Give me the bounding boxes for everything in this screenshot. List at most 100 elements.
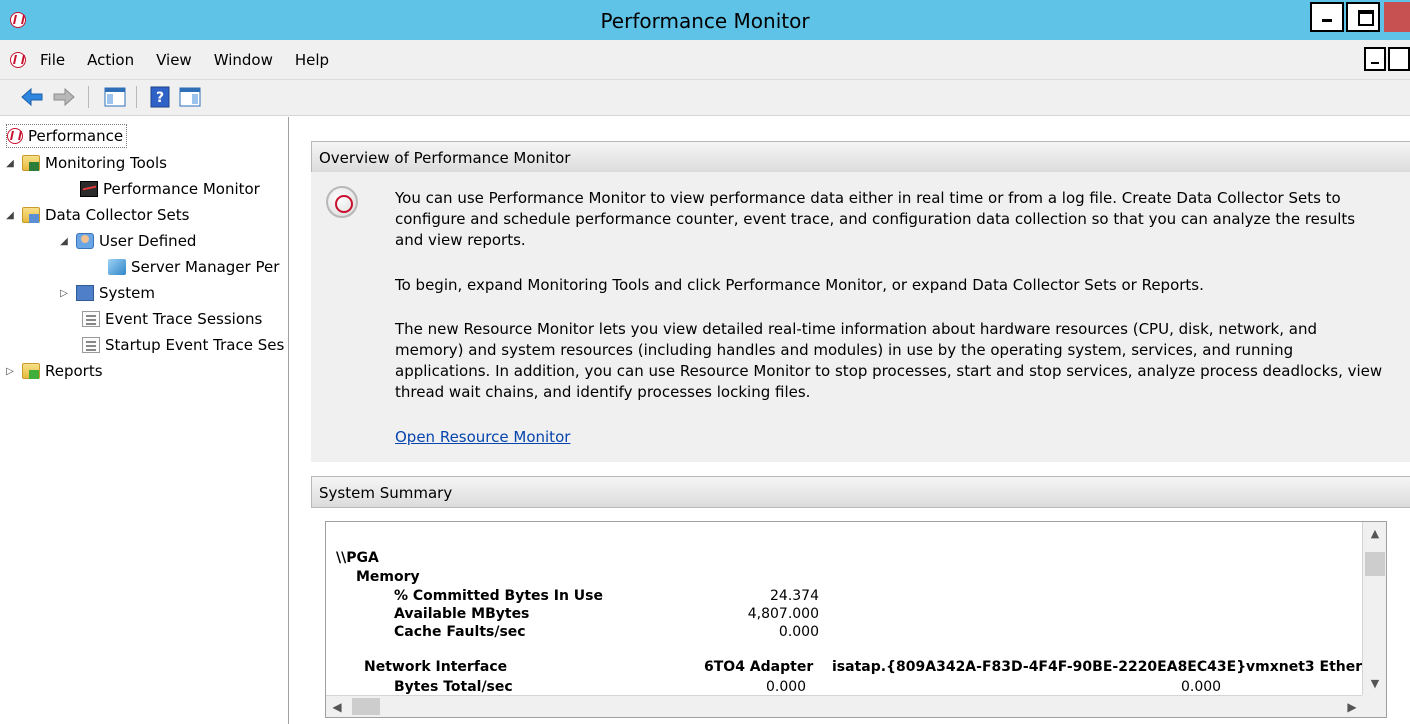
forward-arrow-icon[interactable]: [52, 86, 76, 108]
scroll-left-icon[interactable]: ◀: [326, 696, 348, 718]
scroll-down-icon[interactable]: ▼: [1363, 672, 1387, 696]
system-icon: [76, 285, 94, 301]
overview-paragraph-1: You can use Performance Monitor to view …: [395, 188, 1395, 251]
mdi-controls: [1362, 47, 1410, 71]
performance-icon: [7, 128, 23, 144]
tree-item-server-manager[interactable]: Server Manager Per: [108, 255, 279, 279]
startup-trace-icon: [82, 337, 100, 353]
overview-header[interactable]: Overview of Performance Monitor: [311, 141, 1410, 173]
column-header: 6TO4 Adapter: [704, 659, 814, 675]
performance-monitor-chart-icon: [80, 181, 98, 197]
menu-view[interactable]: View: [156, 51, 192, 69]
show-hide-console-tree-icon[interactable]: [103, 86, 127, 108]
reports-folder-icon: [22, 363, 40, 379]
counter-value: 0.000: [766, 679, 807, 695]
toolbar-separator: [88, 86, 89, 108]
horizontal-scrollbar[interactable]: ◀ ▶: [326, 695, 1363, 717]
title-bar: Performance Monitor: [0, 0, 1410, 40]
tree-item-label: Event Trace Sessions: [105, 310, 263, 328]
window-controls: [1308, 2, 1380, 32]
collapse-arrow-icon[interactable]: ◢: [4, 210, 16, 221]
mdi-restore-button[interactable]: [1388, 47, 1410, 71]
help-icon[interactable]: ?: [148, 86, 172, 108]
console-tree: Performance ◢ Monitoring Tools Performan…: [0, 117, 289, 724]
performance-monitor-large-icon: [326, 186, 358, 218]
menu-items: File Action View Window Help: [40, 51, 351, 69]
tree-item-label: User Defined: [99, 232, 197, 250]
overview-body: You can use Performance Monitor to view …: [311, 172, 1410, 462]
vertical-scrollbar[interactable]: ▲ ▼: [1362, 522, 1386, 696]
maximize-button[interactable]: [1346, 2, 1380, 32]
network-interface-category: Network Interface: [364, 659, 508, 675]
close-button[interactable]: [1384, 2, 1410, 32]
menu-bar: File Action View Window Help: [0, 40, 1410, 80]
machine-name: \\PGA: [336, 550, 379, 566]
scroll-right-icon[interactable]: ▶: [1341, 696, 1363, 718]
tree-item-label: Server Manager Per: [131, 258, 280, 276]
tree-item-data-collector-sets[interactable]: ◢ Data Collector Sets: [4, 203, 190, 227]
tree-item-performance[interactable]: Performance: [6, 124, 128, 148]
tree-item-label: Monitoring Tools: [45, 154, 167, 172]
monitoring-tools-folder-icon: [22, 155, 40, 171]
tree-item-event-trace-sessions[interactable]: Event Trace Sessions: [82, 307, 262, 331]
tree-item-label: Data Collector Sets: [45, 206, 190, 224]
menu-action[interactable]: Action: [87, 51, 134, 69]
tree-item-user-defined[interactable]: ◢ User Defined: [58, 229, 196, 253]
tree-item-label: Startup Event Trace Ses: [105, 336, 285, 354]
text-line: and view reports.: [395, 231, 526, 249]
tree-item-label: Reports: [45, 362, 103, 380]
tree-item-label: Performance: [28, 127, 124, 145]
tree-item-label: Performance Monitor: [103, 180, 260, 198]
data-collector-set-icon: [108, 259, 126, 275]
collapse-arrow-icon[interactable]: ◢: [4, 158, 16, 169]
menu-window[interactable]: Window: [214, 51, 273, 69]
counter-name: Available MBytes: [394, 606, 530, 622]
menu-file[interactable]: File: [40, 51, 65, 69]
tree-item-monitoring-tools[interactable]: ◢ Monitoring Tools: [4, 151, 167, 175]
minimize-button[interactable]: [1310, 2, 1344, 32]
scroll-corner: [1362, 695, 1386, 717]
svg-text:?: ?: [156, 90, 164, 106]
tree-item-performance-monitor[interactable]: Performance Monitor: [80, 177, 260, 201]
text-line: applications. In addition, you can use R…: [395, 362, 1383, 380]
counter-value: 0.000: [778, 624, 819, 640]
expand-arrow-icon[interactable]: ▷: [58, 288, 70, 299]
vertical-scroll-thumb[interactable]: [1365, 552, 1385, 576]
text-line: The new Resource Monitor lets you view d…: [395, 320, 1318, 338]
column-header: vmxnet3 Etherr: [1246, 659, 1363, 675]
counter-name: % Committed Bytes In Use: [394, 588, 603, 604]
counter-value: 0.000: [1181, 679, 1222, 695]
system-menu-icon[interactable]: [10, 52, 26, 68]
back-arrow-icon[interactable]: [20, 86, 44, 108]
window-title: Performance Monitor: [600, 9, 810, 33]
toolbar-separator: [136, 86, 137, 108]
system-summary-header[interactable]: System Summary: [311, 476, 1410, 508]
text-line: You can use Performance Monitor to view …: [395, 189, 1341, 207]
tree-item-startup-event-trace[interactable]: Startup Event Trace Ses: [82, 333, 284, 357]
memory-category: Memory: [356, 569, 420, 585]
counter-value: 4,807.000: [747, 606, 819, 622]
event-trace-icon: [82, 311, 100, 327]
counter-name: Bytes Total/sec: [394, 679, 513, 695]
scroll-up-icon[interactable]: ▲: [1363, 522, 1387, 546]
column-header: isatap.{809A342A-F83D-4F4F-90BE-2220EA8E…: [832, 659, 1247, 675]
text-line: memory) and system resources (including …: [395, 341, 1294, 359]
system-summary-content: \\PGA Memory % Committed Bytes In Use 24…: [326, 522, 1363, 696]
results-pane: Overview of Performance Monitor You can …: [297, 117, 1410, 724]
expand-arrow-icon[interactable]: ▷: [4, 366, 16, 377]
show-hide-action-pane-icon[interactable]: [178, 86, 202, 108]
counter-value: 24.374: [770, 588, 819, 604]
text-line: thread wait chains, and identify process…: [395, 383, 811, 401]
tree-item-reports[interactable]: ▷ Reports: [4, 359, 103, 383]
counter-name: Cache Faults/sec: [394, 624, 526, 640]
open-resource-monitor-link[interactable]: Open Resource Monitor: [395, 428, 570, 446]
tree-item-system[interactable]: ▷ System: [58, 281, 155, 305]
mdi-minimize-button[interactable]: [1364, 47, 1386, 71]
data-collector-sets-folder-icon: [22, 207, 40, 223]
user-defined-icon: [76, 233, 94, 249]
overview-paragraph-3: The new Resource Monitor lets you view d…: [395, 319, 1395, 403]
text-line: configure and schedule performance count…: [395, 210, 1356, 228]
horizontal-scroll-thumb[interactable]: [352, 698, 380, 715]
menu-help[interactable]: Help: [295, 51, 329, 69]
collapse-arrow-icon[interactable]: ◢: [58, 236, 70, 247]
